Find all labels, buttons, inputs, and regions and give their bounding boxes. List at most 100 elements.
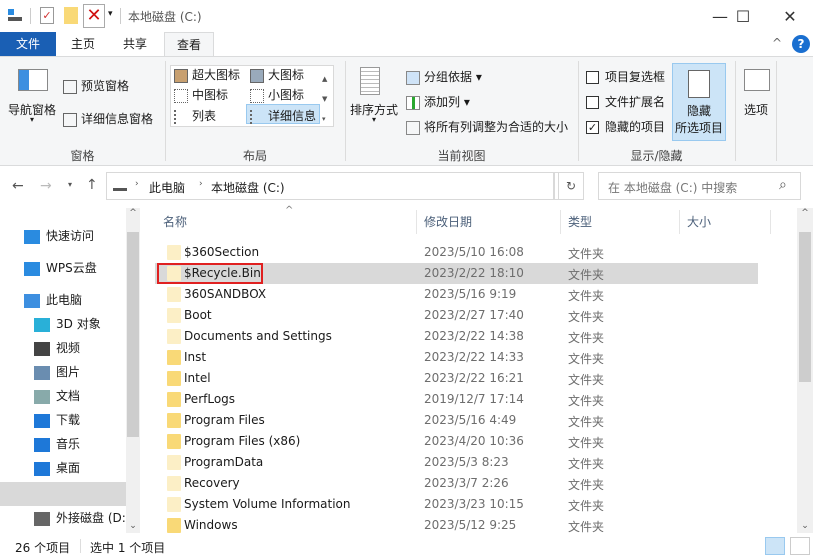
gallery-scroll[interactable]: ▲ ▼ ▾ xyxy=(322,69,327,129)
file-type: 文件夹 xyxy=(568,436,605,450)
up-button[interactable]: ↑ xyxy=(86,177,98,193)
forward-button[interactable]: → xyxy=(40,178,52,194)
nav-item[interactable]: 快速访问 xyxy=(0,224,126,248)
preview-pane-button[interactable]: 预览窗格 xyxy=(63,77,129,94)
tab-home[interactable]: 主页 xyxy=(60,32,106,57)
layout-list[interactable]: 列表 xyxy=(174,107,216,124)
star-icon xyxy=(24,229,40,244)
column-header-date[interactable]: 修改日期 xyxy=(424,214,472,236)
properties-icon[interactable]: ✓ xyxy=(40,7,54,24)
file-row[interactable]: Intel 2023/2/22 16:21 文件夹 xyxy=(155,368,758,389)
file-row[interactable]: $Recycle.Bin 2023/2/22 18:10 文件夹 xyxy=(155,263,758,284)
sort-icon xyxy=(360,67,380,95)
title-bar: ✓ ✕ ▾ 本地磁盘 (C:) — ☐ ✕ xyxy=(0,0,813,32)
details-pane-icon xyxy=(63,112,77,127)
file-row[interactable]: ProgramData 2023/5/3 8:23 文件夹 xyxy=(155,452,758,473)
tab-view[interactable]: 查看 xyxy=(164,32,214,58)
file-row[interactable]: Windows 2023/5/12 9:25 文件夹 xyxy=(155,515,758,536)
file-name: Recovery xyxy=(184,476,240,490)
search-icon[interactable]: ⌕ xyxy=(779,177,787,193)
help-icon[interactable]: ? xyxy=(792,35,810,53)
large-icons-view-button[interactable] xyxy=(790,537,810,555)
folder-icon xyxy=(167,476,181,491)
ribbon: 导航窗格 ▾ 预览窗格 详细信息窗格 窗格 超大图标 大图标 中图标 小图标 列… xyxy=(0,56,813,166)
file-type: 文件夹 xyxy=(568,331,605,345)
maximize-button[interactable]: ☐ xyxy=(720,0,766,32)
search-box[interactable]: 在 本地磁盘 (C:) 中搜索 ⌕ xyxy=(598,172,801,200)
file-type: 文件夹 xyxy=(568,457,605,471)
address-bar[interactable]: › 此电脑 › 本地磁盘 (C:) xyxy=(106,172,554,200)
layout-medium[interactable]: 中图标 xyxy=(174,86,228,103)
file-row[interactable]: PerfLogs 2019/12/7 17:14 文件夹 xyxy=(155,389,758,410)
collapse-ribbon-icon[interactable]: ^ xyxy=(772,36,782,50)
nav-item[interactable]: 桌面 xyxy=(0,456,126,480)
column-header-type[interactable]: 类型 xyxy=(568,214,592,236)
folder-icon xyxy=(167,497,181,512)
layout-small[interactable]: 小图标 xyxy=(250,86,304,103)
layout-large[interactable]: 大图标 xyxy=(250,66,304,83)
file-row[interactable]: Recovery 2023/3/7 2:26 文件夹 xyxy=(155,473,758,494)
file-date: 2023/5/3 8:23 xyxy=(424,455,509,469)
file-row[interactable]: Program Files (x86) 2023/4/20 10:36 文件夹 xyxy=(155,431,758,452)
checkbox-checked[interactable]: ✓ xyxy=(586,121,599,134)
drive-icon xyxy=(34,511,50,526)
fit-columns-button[interactable]: 将所有列调整为合适的大小 xyxy=(406,118,568,135)
close-button[interactable]: ✕ xyxy=(767,0,813,32)
sort-ascending-icon: ^ xyxy=(285,205,294,216)
column-header-size[interactable]: 大小 xyxy=(687,214,711,236)
new-folder-icon[interactable] xyxy=(64,7,78,24)
layout-details[interactable]: 详细信息 xyxy=(246,104,320,124)
file-row[interactable]: System Volume Information 2023/3/23 10:15… xyxy=(155,494,758,515)
folder-icon xyxy=(167,371,181,386)
nav-item[interactable]: 下载 xyxy=(0,408,126,432)
tab-file[interactable]: 文件 xyxy=(0,32,56,57)
selected-count: 选中 1 个项目 xyxy=(90,541,166,555)
column-header-name[interactable]: 名称 xyxy=(163,214,187,236)
file-row[interactable]: Inst 2023/2/22 14:33 文件夹 xyxy=(155,347,758,368)
hide-selected-button[interactable]: 隐藏 所选项目 xyxy=(672,63,726,141)
refresh-button[interactable]: ↻ xyxy=(558,172,584,200)
customize-toolbar-icon[interactable]: ▾ xyxy=(108,9,113,19)
nav-item[interactable]: 3D 对象 xyxy=(0,312,126,336)
layout-extra-large[interactable]: 超大图标 xyxy=(174,66,240,83)
file-row[interactable]: $360Section 2023/5/10 16:08 文件夹 xyxy=(155,242,758,263)
group-label-show-hide: 显示/隐藏 xyxy=(630,149,683,163)
breadcrumb-this-pc[interactable]: 此电脑 xyxy=(149,179,185,196)
file-row[interactable]: Documents and Settings 2023/2/22 14:38 文件夹 xyxy=(155,326,758,347)
file-extensions-toggle[interactable]: 文件扩展名 xyxy=(586,93,665,110)
group-by-button[interactable]: 分组依据 ▾ xyxy=(406,68,482,85)
nav-item[interactable]: 音乐 xyxy=(0,432,126,456)
nav-item-label: 3D 对象 xyxy=(56,317,101,331)
nav-item-label: 此电脑 xyxy=(46,293,83,307)
file-list-scrollbar[interactable]: ^ ⌄ xyxy=(797,208,813,533)
nav-item[interactable]: WPS云盘 xyxy=(0,256,126,280)
search-input[interactable]: 在 本地磁盘 (C:) 中搜索 xyxy=(608,179,737,196)
checkbox[interactable] xyxy=(586,96,599,109)
file-date: 2023/2/22 18:10 xyxy=(424,266,524,280)
nav-item-label: 图片 xyxy=(56,365,81,379)
file-row[interactable]: Program Files 2023/5/16 4:49 文件夹 xyxy=(155,410,758,431)
details-view-button[interactable] xyxy=(765,537,785,555)
nav-item[interactable]: 视频 xyxy=(0,336,126,360)
file-row[interactable]: Boot 2023/2/27 17:40 文件夹 xyxy=(155,305,758,326)
nav-item[interactable]: 此电脑 xyxy=(0,288,126,312)
delete-icon[interactable]: ✕ xyxy=(83,4,105,28)
nav-scrollbar[interactable]: ^ ⌄ xyxy=(126,208,140,533)
hidden-items-toggle[interactable]: ✓ 隐藏的项目 xyxy=(586,118,665,135)
add-column-button[interactable]: 添加列 ▾ xyxy=(406,93,470,110)
nav-item[interactable]: 文档 xyxy=(0,384,126,408)
nav-item[interactable]: 图片 xyxy=(0,360,126,384)
back-button[interactable]: ← xyxy=(12,178,24,194)
breadcrumb-drive-c[interactable]: 本地磁盘 (C:) xyxy=(211,179,285,196)
tab-share[interactable]: 共享 xyxy=(112,32,158,57)
options-button[interactable]: 选项 xyxy=(744,101,768,118)
details-pane-button[interactable]: 详细信息窗格 xyxy=(63,110,153,127)
checkbox[interactable] xyxy=(586,71,599,84)
options-icon xyxy=(744,69,770,91)
file-row[interactable]: 360SANDBOX 2023/5/16 9:19 文件夹 xyxy=(155,284,758,305)
recent-locations-icon[interactable]: ▾ xyxy=(68,180,72,189)
item-checkboxes-toggle[interactable]: 项目复选框 xyxy=(586,68,665,85)
file-type: 文件夹 xyxy=(568,268,605,282)
nav-item[interactable]: 外接磁盘 (D:) xyxy=(0,506,130,530)
document-icon xyxy=(34,389,50,404)
